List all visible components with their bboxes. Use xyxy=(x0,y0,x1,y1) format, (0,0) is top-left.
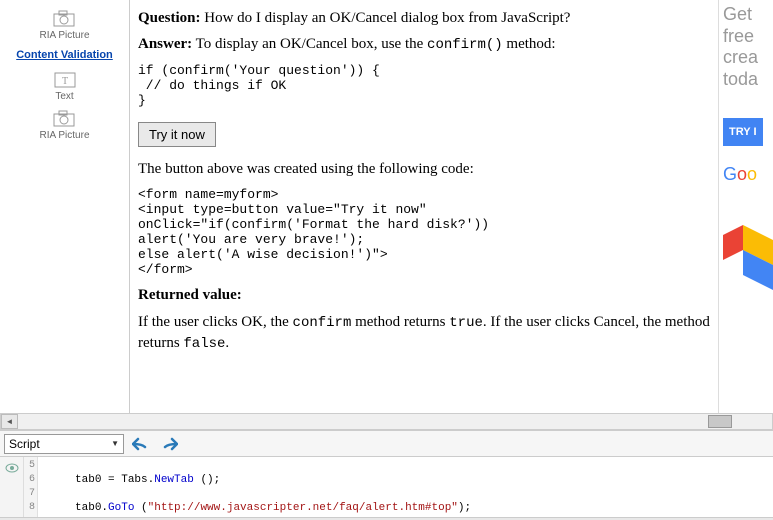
question-text: How do I display an OK/Cancel dialog box… xyxy=(201,10,571,26)
camera-icon xyxy=(52,8,78,28)
isometric-graphic xyxy=(723,215,773,295)
answer-line: Answer: To display an OK/Cancel box, use… xyxy=(138,34,710,55)
question-label: Question: xyxy=(138,10,201,26)
main-area: RIA Picture Content Validation T Text RI… xyxy=(0,0,773,413)
answer-text: To display an OK/Cancel box, use the xyxy=(192,36,427,52)
horizontal-scrollbar[interactable]: ◄ xyxy=(0,413,773,430)
script-toolbar: Script ▼ xyxy=(0,430,773,457)
scroll-thumb[interactable] xyxy=(708,415,732,428)
right-ad-column: Get free crea toda TRY I Goo xyxy=(718,0,773,413)
eye-icon[interactable] xyxy=(5,463,19,473)
question-line: Question: How do I display an OK/Cancel … xyxy=(138,8,710,28)
script-selector-label: Script xyxy=(9,437,40,451)
redo-button[interactable] xyxy=(158,434,180,454)
answer-label: Answer: xyxy=(138,36,192,52)
code-editor[interactable]: 5 6 7 8 tab0 = Tabs.NewTab (); tab0.GoTo… xyxy=(0,457,773,517)
undo-button[interactable] xyxy=(130,434,152,454)
sidebar-item-ria-picture-2[interactable]: RIA Picture xyxy=(0,108,129,141)
sidebar-label: RIA Picture xyxy=(39,130,89,141)
content-pane[interactable]: Question: How do I display an OK/Cancel … xyxy=(130,0,718,413)
sidebar-label: Text xyxy=(55,91,73,102)
camera-icon xyxy=(52,108,78,128)
svg-text:T: T xyxy=(61,76,67,87)
line-numbers: 5 6 7 8 xyxy=(24,457,38,517)
answer-text-2: method: xyxy=(503,36,556,52)
code-block-2: <form name=myform> <input type=button va… xyxy=(138,187,710,277)
content-validation-link[interactable]: Content Validation xyxy=(0,49,129,61)
returned-value-heading: Returned value: xyxy=(138,285,710,305)
returned-value-text: If the user clicks OK, the confirm metho… xyxy=(138,312,710,354)
code-line: tab0 = Tabs.NewTab (); xyxy=(42,473,769,487)
sidebar: RIA Picture Content Validation T Text RI… xyxy=(0,0,130,413)
try-it-now-button[interactable]: Try it now xyxy=(138,122,216,147)
scroll-track[interactable] xyxy=(18,414,772,429)
returned-value-label: Returned value: xyxy=(138,287,242,303)
scroll-left-arrow[interactable]: ◄ xyxy=(1,414,18,429)
sidebar-item-ria-picture-1[interactable]: RIA Picture xyxy=(0,8,129,41)
text-icon: T xyxy=(52,69,78,89)
try-it-button[interactable]: TRY I xyxy=(723,118,763,146)
code-lines[interactable]: tab0 = Tabs.NewTab (); tab0.GoTo ("http:… xyxy=(38,457,773,517)
gutter-icons xyxy=(0,457,24,517)
answer-code: confirm() xyxy=(427,37,503,53)
code-block-1: if (confirm('Your question')) { // do th… xyxy=(138,63,710,108)
code-line: tab0.GoTo ("http://www.javascripter.net/… xyxy=(42,501,769,515)
ad-text: Get free crea toda xyxy=(723,4,773,90)
after-try-text: The button above was created using the f… xyxy=(138,159,710,179)
sidebar-item-text[interactable]: T Text xyxy=(0,69,129,102)
script-selector[interactable]: Script ▼ xyxy=(4,434,124,454)
sidebar-label: RIA Picture xyxy=(39,30,89,41)
chevron-down-icon: ▼ xyxy=(111,439,119,448)
google-logo: Goo xyxy=(723,164,773,185)
